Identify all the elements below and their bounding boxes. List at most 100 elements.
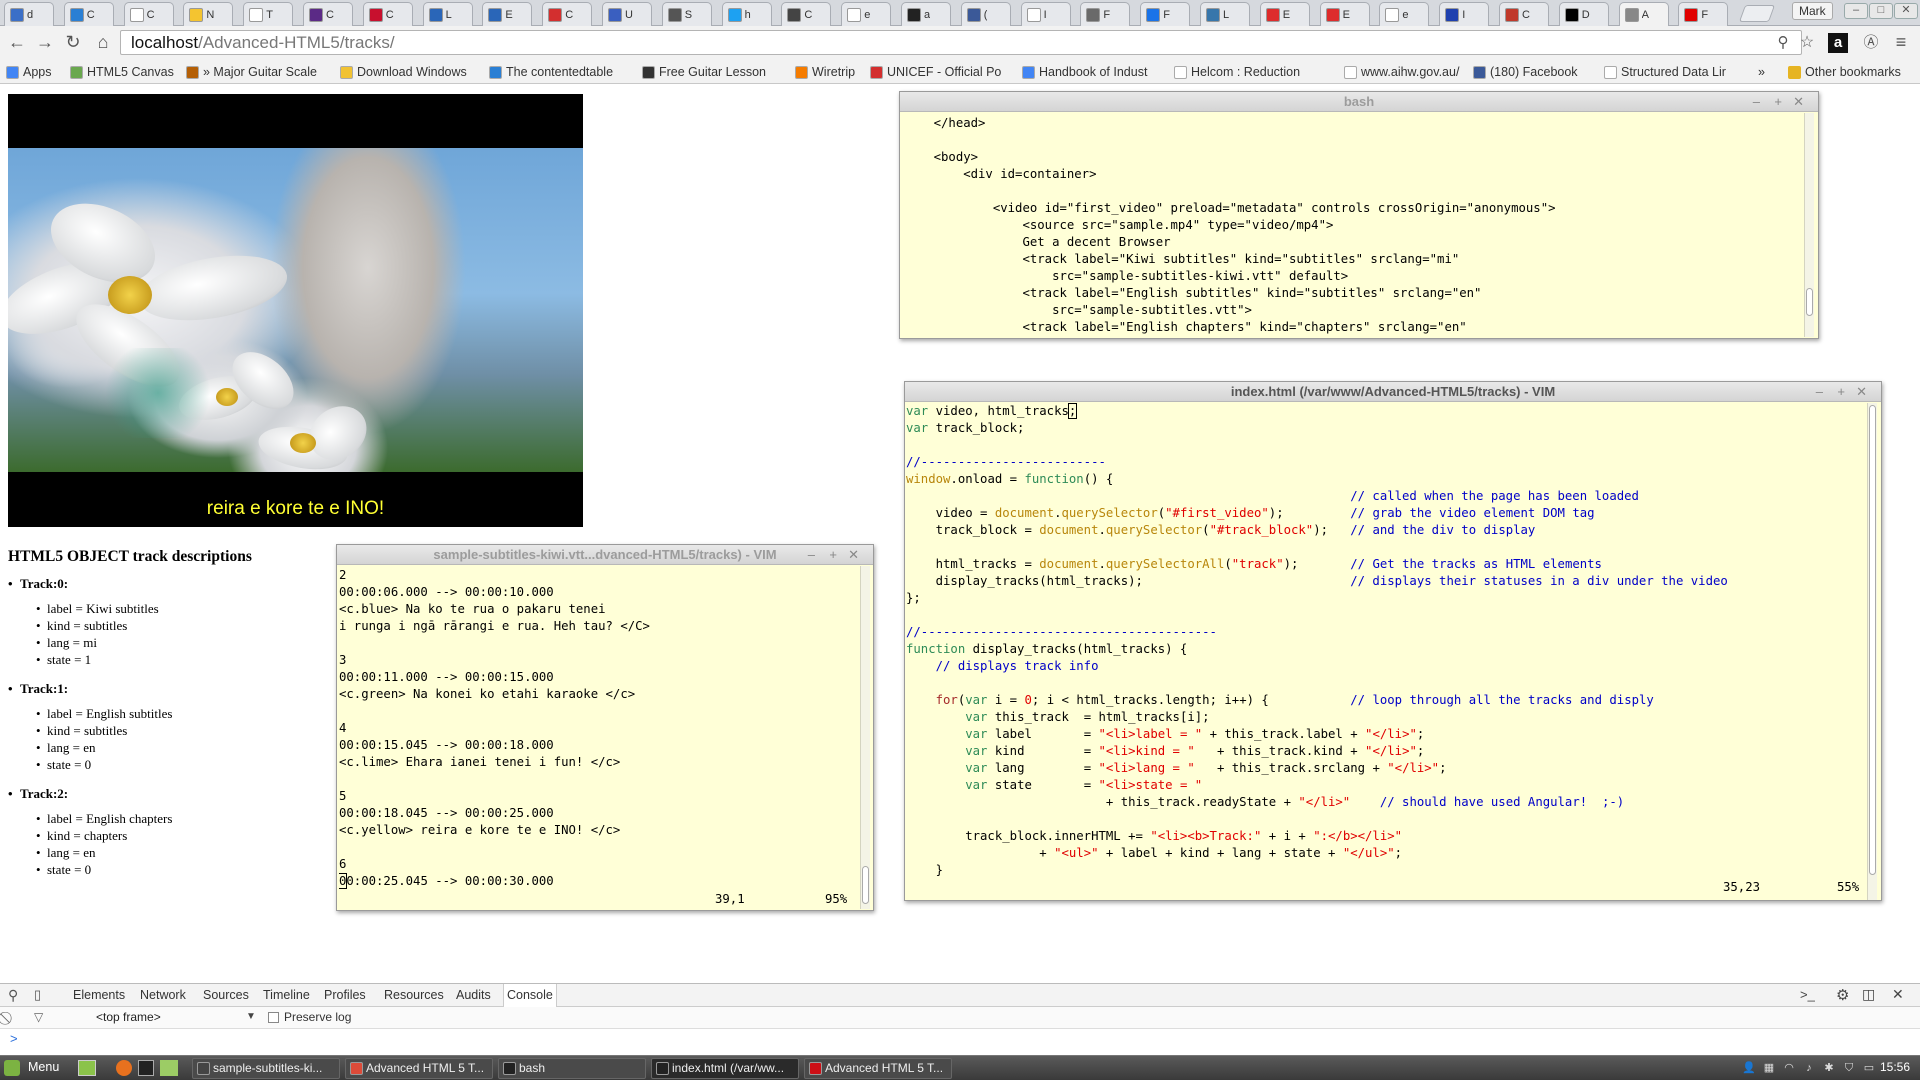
- console-drawer-icon[interactable]: >_: [1800, 987, 1815, 1002]
- firefox-icon[interactable]: [116, 1060, 132, 1076]
- taskbar-window-button[interactable]: sample-subtitles-ki...: [192, 1058, 340, 1079]
- maximize-icon[interactable]: +: [829, 545, 837, 565]
- browser-tab[interactable]: I: [1439, 2, 1490, 26]
- browser-tab[interactable]: D: [1558, 2, 1609, 26]
- device-mode-icon[interactable]: ▯: [34, 987, 41, 1003]
- taskbar-window-button[interactable]: Advanced HTML 5 T...: [804, 1058, 952, 1079]
- close-window-button[interactable]: ✕: [1894, 3, 1918, 19]
- bookmark-star-icon[interactable]: ☆: [1796, 32, 1818, 54]
- browser-tab[interactable]: L: [422, 2, 473, 26]
- browser-tab[interactable]: E: [482, 2, 533, 26]
- volume-icon[interactable]: ♪: [1802, 1061, 1816, 1075]
- tab-elements[interactable]: Elements: [70, 984, 128, 1007]
- new-tab-button[interactable]: [1738, 5, 1776, 22]
- browser-tab[interactable]: d: [4, 2, 54, 26]
- forward-icon[interactable]: →: [34, 31, 56, 53]
- show-desktop-icon[interactable]: [78, 1060, 96, 1076]
- browser-tab[interactable]: C: [1499, 2, 1549, 26]
- bookmark-item[interactable]: HTML5 Canvas: [70, 63, 180, 81]
- vtt-buffer[interactable]: 2 00:00:06.000 --> 00:00:10.000 <c.blue> N…: [339, 567, 854, 892]
- settings-gear-icon[interactable]: ⚙: [1836, 986, 1849, 1004]
- vtt-scroll-thumb[interactable]: [862, 866, 869, 904]
- console-input[interactable]: >: [10, 1031, 18, 1046]
- tab-console[interactable]: Console: [503, 984, 557, 1007]
- browser-tab[interactable]: U: [602, 2, 652, 26]
- menu-icon[interactable]: ≡: [1890, 31, 1912, 53]
- browser-tab[interactable]: E: [1319, 2, 1370, 26]
- browser-tab[interactable]: F: [1080, 2, 1131, 26]
- preserve-log-checkbox[interactable]: [268, 1012, 279, 1023]
- home-icon[interactable]: ⌂: [92, 31, 114, 53]
- bash-scroll-thumb[interactable]: [1806, 288, 1813, 316]
- back-icon[interactable]: ←: [6, 31, 28, 53]
- taskbar-window-button[interactable]: Advanced HTML 5 T...: [345, 1058, 493, 1079]
- video-player[interactable]: reira e kore te e INO!: [8, 94, 583, 527]
- files-icon[interactable]: [160, 1060, 178, 1076]
- mint-menu-icon[interactable]: [4, 1060, 20, 1076]
- reload-icon[interactable]: ↻: [62, 31, 84, 53]
- bookmark-item[interactable]: Structured Data Lir: [1604, 63, 1744, 81]
- menu-button[interactable]: Menu: [28, 1060, 59, 1074]
- maximize-window-button[interactable]: □: [1869, 3, 1893, 19]
- battery-icon[interactable]: ▭: [1862, 1061, 1876, 1075]
- browser-tab[interactable]: C: [362, 2, 413, 26]
- browser-tab[interactable]: e: [1379, 2, 1430, 26]
- bookmark-item[interactable]: » Major Guitar Scale: [186, 63, 336, 81]
- bookmark-item[interactable]: Free Guitar Lesson: [642, 63, 788, 81]
- dock-side-icon[interactable]: ◫: [1862, 986, 1875, 1003]
- maximize-icon[interactable]: +: [1774, 92, 1782, 112]
- index-vim-window[interactable]: index.html (/var/www/Advanced-HTML5/trac…: [904, 381, 1882, 901]
- vtt-vim-window[interactable]: sample-subtitles-kiwi.vtt...dvanced-HTML…: [336, 544, 874, 911]
- browser-tab[interactable]: e: [841, 2, 892, 26]
- taskbar-window-button[interactable]: bash: [498, 1058, 646, 1079]
- search-icon[interactable]: ⚲: [1772, 32, 1794, 54]
- tab-timeline[interactable]: Timeline: [260, 984, 313, 1007]
- browser-tab[interactable]: C: [63, 2, 114, 26]
- bookmark-item[interactable]: UNICEF - Official Po: [870, 63, 1015, 81]
- bookmark-item[interactable]: Handbook of Indust: [1022, 63, 1167, 81]
- minimize-icon[interactable]: –: [808, 545, 815, 565]
- address-bar[interactable]: localhost/Advanced-HTML5/tracks/: [120, 30, 1802, 55]
- maximize-icon[interactable]: +: [1837, 382, 1845, 402]
- browser-tab[interactable]: T: [243, 2, 294, 26]
- bookmark-item[interactable]: Apps: [6, 63, 62, 81]
- browser-tab[interactable]: C: [303, 2, 353, 26]
- bash-output[interactable]: </head> <body> <div id=container> <video…: [904, 115, 1799, 337]
- bookmark-item[interactable]: Helcom : Reduction: [1174, 63, 1339, 81]
- filter-icon[interactable]: ▽: [34, 1010, 43, 1024]
- browser-tab[interactable]: a: [901, 2, 951, 26]
- tab-audits[interactable]: Audits: [453, 984, 494, 1007]
- browser-tab[interactable]: S: [661, 2, 712, 26]
- tab-network[interactable]: Network: [137, 984, 189, 1007]
- browser-tab[interactable]: C: [542, 2, 593, 26]
- profile-button[interactable]: Mark: [1792, 2, 1833, 20]
- wifi-icon[interactable]: ◠: [1782, 1061, 1796, 1075]
- browser-tab[interactable]: F: [1678, 2, 1729, 26]
- browser-tab[interactable]: N: [183, 2, 234, 26]
- taskbar-window-button[interactable]: index.html (/var/ww...: [651, 1058, 799, 1079]
- tab-sources[interactable]: Sources: [200, 984, 252, 1007]
- browser-tab[interactable]: I: [1020, 2, 1071, 26]
- bash-scrollbar[interactable]: [1804, 113, 1814, 337]
- tab-resources[interactable]: Resources: [381, 984, 447, 1007]
- close-icon[interactable]: ✕: [848, 545, 859, 565]
- browser-tab[interactable]: L: [1200, 2, 1250, 26]
- other-bookmarks[interactable]: Other bookmarks: [1788, 63, 1901, 81]
- bookmark-item[interactable]: The contentedtable: [489, 63, 635, 81]
- bluetooth-icon[interactable]: ✱: [1822, 1061, 1836, 1075]
- browser-tab[interactable]: h: [721, 2, 772, 26]
- chevron-down-icon[interactable]: ▼: [246, 1011, 256, 1022]
- bookmark-item[interactable]: Download Windows: [340, 63, 482, 81]
- bookmark-item[interactable]: Wiretrip: [795, 63, 865, 81]
- close-devtools-icon[interactable]: ✕: [1892, 986, 1904, 1003]
- shield-icon[interactable]: ⛉: [1842, 1061, 1856, 1075]
- user-icon[interactable]: 👤: [1742, 1061, 1756, 1075]
- close-icon[interactable]: ✕: [1793, 92, 1804, 112]
- bookmark-item[interactable]: (180) Facebook: [1473, 63, 1598, 81]
- frame-selector[interactable]: <top frame>: [96, 1010, 161, 1024]
- minimize-icon[interactable]: –: [1816, 382, 1823, 402]
- browser-tab[interactable]: (: [960, 2, 1011, 26]
- bookmarks-overflow[interactable]: »: [1758, 63, 1765, 81]
- browser-tab[interactable]: C: [123, 2, 174, 26]
- browser-tab[interactable]: E: [1259, 2, 1310, 26]
